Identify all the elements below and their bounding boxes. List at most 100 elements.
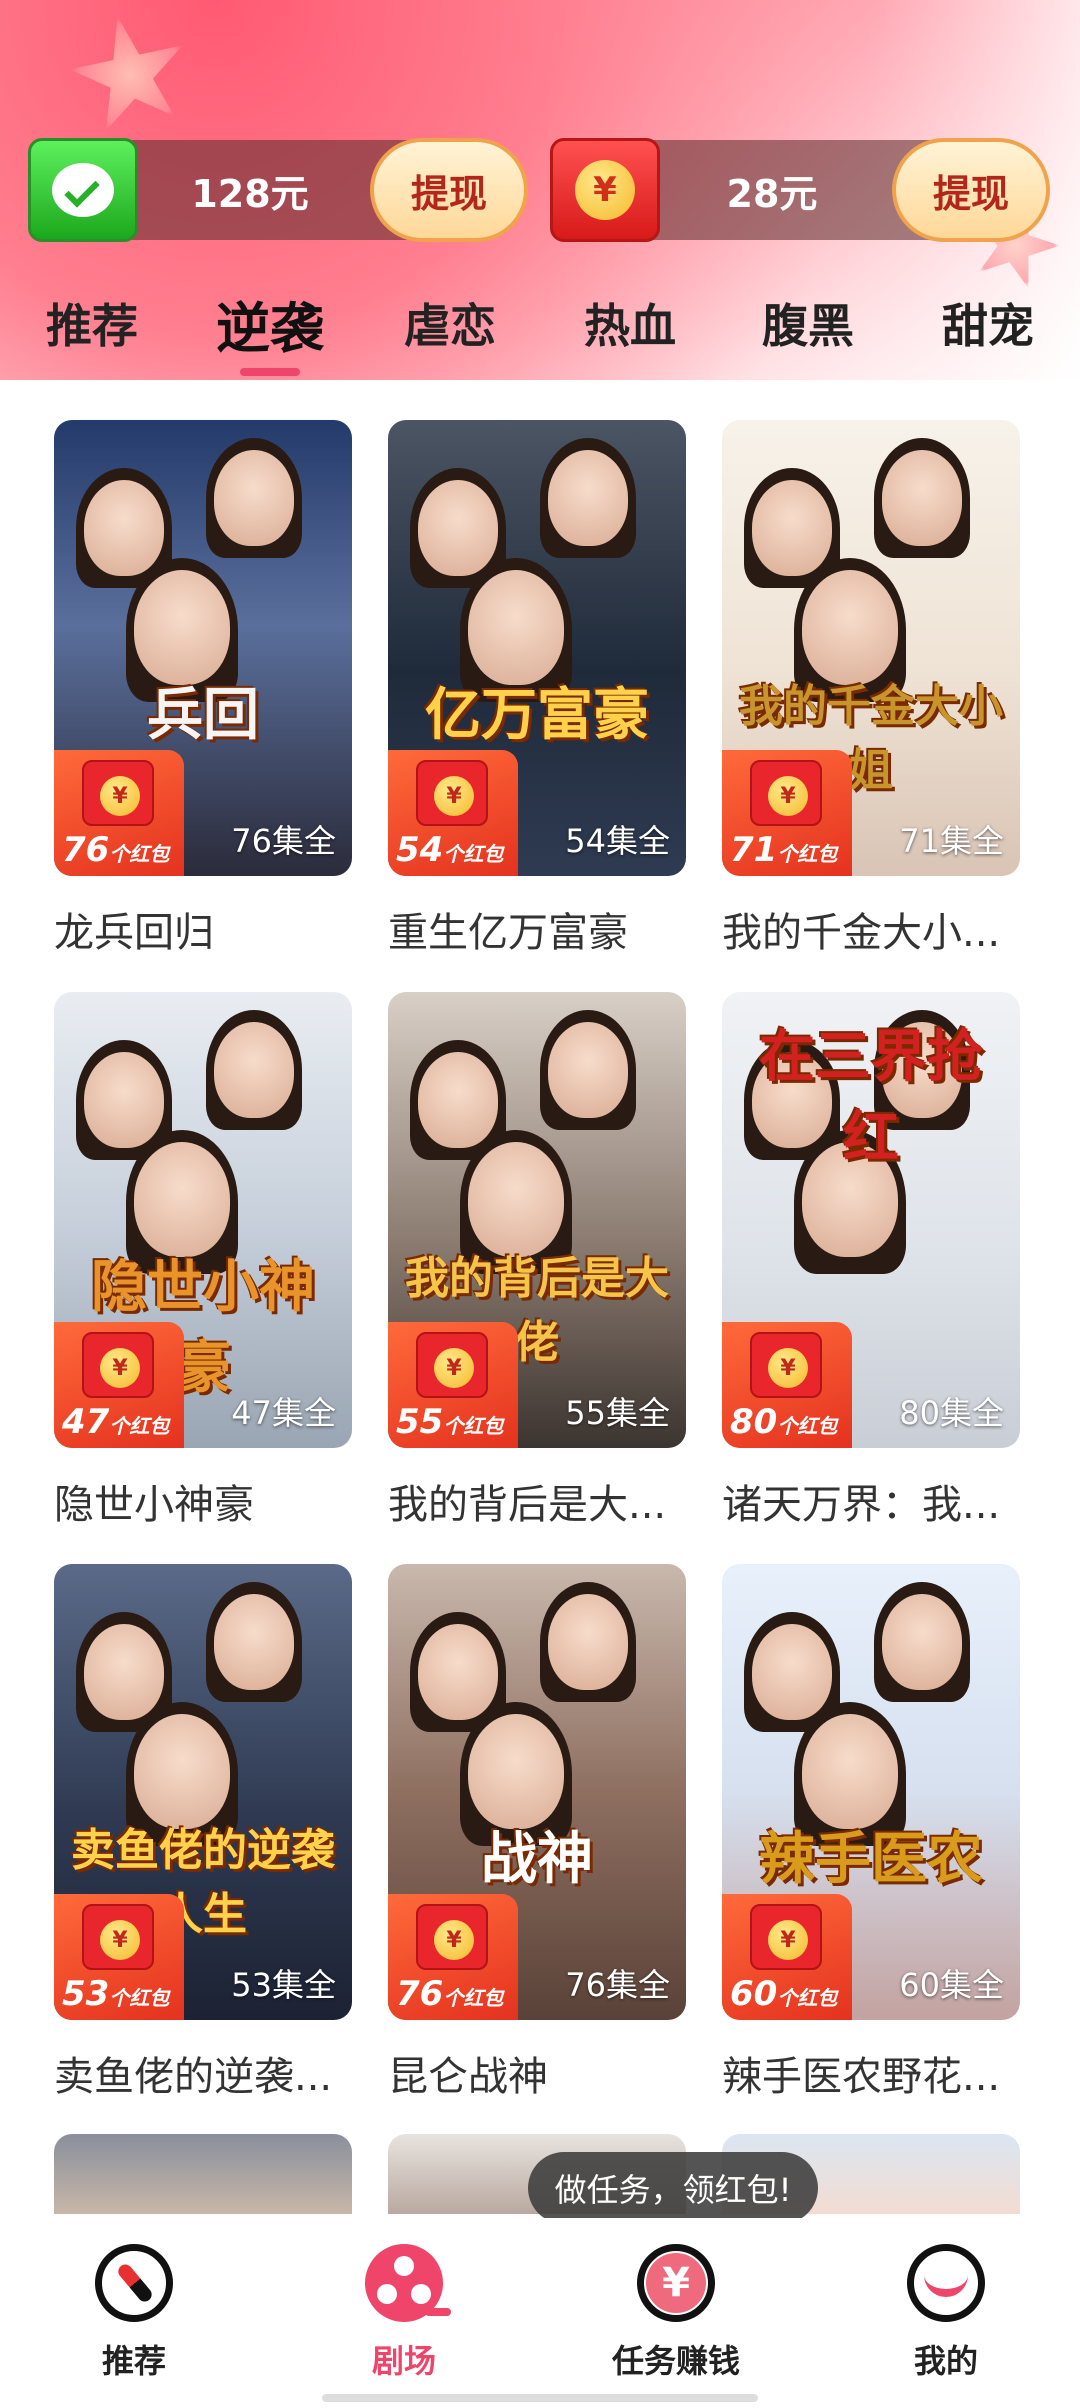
poster-face: [468, 1714, 564, 1830]
drama-poster[interactable]: 亿万富豪 ¥54个红包 54集全: [388, 420, 686, 876]
red-envelope-icon: ¥: [416, 1904, 488, 1970]
drama-title[interactable]: 昆仑战神: [388, 2044, 688, 2102]
tab-passion[interactable]: 热血: [584, 290, 676, 356]
tab-comeback[interactable]: 逆袭: [216, 284, 324, 363]
red-envelope-icon: ¥: [416, 760, 488, 826]
episode-count: 80集全: [899, 1394, 1004, 1432]
withdraw-button[interactable]: 提现: [370, 138, 528, 242]
poster-title-art: 辣手医农: [759, 1826, 983, 1892]
compass-icon: [95, 2244, 173, 2322]
drama-title[interactable]: 龙兵回归: [54, 900, 354, 958]
poster-face: [882, 1594, 962, 1690]
redpack-count: 53个红包: [62, 1974, 170, 2014]
home-indicator: [322, 2394, 758, 2402]
redpack-badge: ¥71个红包: [722, 750, 852, 876]
episode-count: 71集全: [899, 822, 1004, 860]
drama-poster[interactable]: 我的背后是大佬 ¥55个红包 55集全: [388, 992, 686, 1448]
drama-poster[interactable]: 卖鱼佬的逆袭人生 ¥53个红包 53集全: [54, 1564, 352, 2020]
task-tooltip: 做任务，领红包!: [528, 2152, 818, 2240]
yen-coin-icon: ¥: [637, 2244, 715, 2322]
drama-title[interactable]: 隐世小神豪: [54, 1472, 354, 1530]
red-envelope-icon: ¥: [82, 1904, 154, 1970]
nav-label: 我的: [913, 2342, 978, 2380]
episode-count: 47集全: [231, 1394, 336, 1432]
redpack-count: 60个红包: [730, 1974, 838, 2014]
poster-face: [134, 1714, 230, 1830]
poster-face: [802, 570, 898, 686]
red-envelope-icon: ¥: [750, 760, 822, 826]
redpack-badge: ¥76个红包: [388, 1894, 518, 2020]
drama-poster[interactable]: 兵回 ¥76个红包 76集全: [54, 420, 352, 876]
redpack-count: 76个红包: [396, 1974, 504, 2014]
drama-title[interactable]: 辣手医农野花...: [722, 2044, 1022, 2102]
tab-sweet[interactable]: 甜宠: [942, 290, 1034, 356]
drama-title[interactable]: 卖鱼佬的逆袭...: [54, 2044, 354, 2102]
nav-mine[interactable]: 我的: [856, 2244, 1036, 2382]
red-envelope-icon: ¥: [750, 1332, 822, 1398]
episode-count: 54集全: [565, 822, 670, 860]
episode-count: 55集全: [565, 1394, 670, 1432]
poster-face: [468, 570, 564, 686]
poster-face: [214, 450, 294, 546]
red-envelope-icon: ¥: [82, 1332, 154, 1398]
redpack-count: 54个红包: [396, 830, 504, 870]
drama-poster[interactable]: 我的千金大小姐 ¥71个红包 71集全: [722, 420, 1020, 876]
drama-title[interactable]: 重生亿万富豪: [388, 900, 688, 958]
wechat-wallet: 128元 提现: [28, 138, 528, 242]
nav-label: 剧场: [371, 2342, 436, 2380]
bottom-nav: 推荐 剧场 ¥ 任务赚钱 我的: [0, 2218, 1080, 2408]
episode-count: 60集全: [899, 1966, 1004, 2004]
poster-title-art: 战神: [481, 1826, 593, 1892]
poster-title-art: 兵回: [147, 682, 259, 748]
poster-face: [418, 1624, 498, 1720]
episode-count: 76集全: [231, 822, 336, 860]
poster-face: [752, 480, 832, 576]
poster-face: [548, 1594, 628, 1690]
decorative-star-icon: [59, 4, 201, 146]
smile-icon: [907, 2244, 985, 2322]
red-envelope-icon: ¥: [750, 1904, 822, 1970]
drama-title[interactable]: 诸天万界：我...: [722, 1472, 1022, 1530]
red-envelope-icon: ¥: [550, 138, 660, 242]
drama-title[interactable]: 我的背后是大...: [388, 1472, 688, 1530]
tab-tragic-love[interactable]: 虐恋: [404, 290, 496, 356]
redpack-badge: ¥53个红包: [54, 1894, 184, 2020]
red-envelope-icon: ¥: [82, 760, 154, 826]
redpack-badge: ¥47个红包: [54, 1322, 184, 1448]
active-tab-indicator: [240, 368, 300, 376]
wallet-amount: 28元: [726, 171, 818, 216]
redpack-badge: ¥54个红包: [388, 750, 518, 876]
redpack-wallet: ¥ 28元 提现: [550, 138, 1050, 242]
poster-face: [84, 1052, 164, 1148]
poster-face: [802, 1714, 898, 1830]
drama-poster[interactable]: 在三界抢红 ¥80个红包 80集全: [722, 992, 1020, 1448]
redpack-count: 55个红包: [396, 1402, 504, 1442]
poster-face: [134, 570, 230, 686]
red-envelope-icon: ¥: [416, 1332, 488, 1398]
tab-recommend[interactable]: 推荐: [46, 290, 138, 356]
drama-poster[interactable]: 隐世小神豪 ¥47个红包 47集全: [54, 992, 352, 1448]
redpack-badge: ¥60个红包: [722, 1894, 852, 2020]
redpack-count: 76个红包: [62, 830, 170, 870]
drama-title[interactable]: 我的千金大小...: [722, 900, 1022, 958]
nav-recommend[interactable]: 推荐: [44, 2244, 224, 2382]
poster-face: [548, 450, 628, 546]
poster-face: [418, 1052, 498, 1148]
category-tabs: 推荐 逆袭 虐恋 热血 腹黑 甜宠: [0, 290, 1080, 380]
withdraw-button[interactable]: 提现: [892, 138, 1050, 242]
nav-theater[interactable]: 剧场: [314, 2244, 494, 2382]
wallet-amount: 128元: [191, 171, 309, 216]
redpack-badge: ¥55个红包: [388, 1322, 518, 1448]
poster-face: [84, 480, 164, 576]
film-reel-icon: [365, 2244, 451, 2322]
tab-scheming[interactable]: 腹黑: [762, 290, 854, 356]
nav-tasks[interactable]: ¥ 任务赚钱: [586, 2244, 766, 2382]
episode-count: 76集全: [565, 1966, 670, 2004]
redpack-badge: ¥80个红包: [722, 1322, 852, 1448]
drama-poster-partial[interactable]: [54, 2134, 352, 2214]
poster-face: [882, 450, 962, 546]
poster-face: [468, 1142, 564, 1258]
drama-poster[interactable]: 辣手医农 ¥60个红包 60集全: [722, 1564, 1020, 2020]
poster-face: [752, 1624, 832, 1720]
drama-poster[interactable]: 战神 ¥76个红包 76集全: [388, 1564, 686, 2020]
